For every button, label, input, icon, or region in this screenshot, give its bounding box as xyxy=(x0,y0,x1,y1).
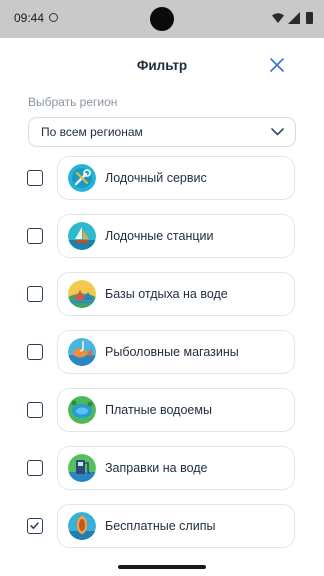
signal-icon xyxy=(288,12,300,24)
status-time: 09:44 xyxy=(14,11,45,25)
category-row-boat-stations: Лодочные станции xyxy=(0,214,324,258)
category-label: Базы отдыха на воде xyxy=(105,287,228,301)
wrench-icon xyxy=(68,164,96,192)
slipway-icon xyxy=(68,512,96,540)
campsite-icon xyxy=(68,280,96,308)
sailboat-icon xyxy=(68,222,96,250)
checkbox-water-fuel[interactable] xyxy=(27,460,43,476)
close-icon[interactable] xyxy=(268,56,286,74)
region-select-value: По всем регионам xyxy=(41,125,143,139)
checkbox-paid-ponds[interactable] xyxy=(27,402,43,418)
battery-icon xyxy=(306,12,313,24)
region-label: Выбрать регион xyxy=(28,95,118,109)
category-card-free-slipways[interactable]: Бесплатные слипы xyxy=(57,504,295,548)
category-card-boat-stations[interactable]: Лодочные станции xyxy=(57,214,295,258)
category-card-boat-service[interactable]: Лодочный сервис xyxy=(57,156,295,200)
category-label: Лодочные станции xyxy=(105,229,214,243)
checkmark-icon xyxy=(30,522,39,529)
category-card-water-fuel[interactable]: Заправки на воде xyxy=(57,446,295,490)
wifi-icon xyxy=(272,13,284,23)
category-row-boat-service: Лодочный сервис xyxy=(0,156,324,200)
filter-sheet: Фильтр Выбрать регион По всем регионам Л… xyxy=(0,38,324,558)
checkbox-recreation-bases[interactable] xyxy=(27,286,43,302)
checkbox-boat-stations[interactable] xyxy=(27,228,43,244)
status-bar: 09:44 xyxy=(0,0,324,38)
category-card-paid-ponds[interactable]: Платные водоемы xyxy=(57,388,295,432)
notification-icon xyxy=(49,13,58,22)
pond-icon xyxy=(68,396,96,424)
region-select[interactable]: По всем регионам xyxy=(28,117,296,147)
category-label: Лодочный сервис xyxy=(105,171,207,185)
category-label: Рыболовные магазины xyxy=(105,345,239,359)
checkbox-free-slipways[interactable] xyxy=(27,518,43,534)
category-card-recreation-bases[interactable]: Базы отдыха на воде xyxy=(57,272,295,316)
category-row-water-fuel: Заправки на воде xyxy=(0,446,324,490)
category-row-paid-ponds: Платные водоемы xyxy=(0,388,324,432)
category-row-free-slipways: Бесплатные слипы xyxy=(0,504,324,548)
category-label: Бесплатные слипы xyxy=(105,519,216,533)
category-label: Заправки на воде xyxy=(105,461,208,475)
fishing-hook-icon xyxy=(68,338,96,366)
navigation-bar xyxy=(0,558,324,576)
checkbox-boat-service[interactable] xyxy=(27,170,43,186)
category-row-recreation-bases: Базы отдыха на воде xyxy=(0,272,324,316)
checkbox-fishing-shops[interactable] xyxy=(27,344,43,360)
category-label: Платные водоемы xyxy=(105,403,212,417)
category-card-fishing-shops[interactable]: Рыболовные магазины xyxy=(57,330,295,374)
fuel-pump-icon xyxy=(68,454,96,482)
category-row-fishing-shops: Рыболовные магазины xyxy=(0,330,324,374)
home-indicator[interactable] xyxy=(118,565,206,569)
chevron-down-icon xyxy=(271,128,284,136)
front-camera xyxy=(150,7,174,31)
